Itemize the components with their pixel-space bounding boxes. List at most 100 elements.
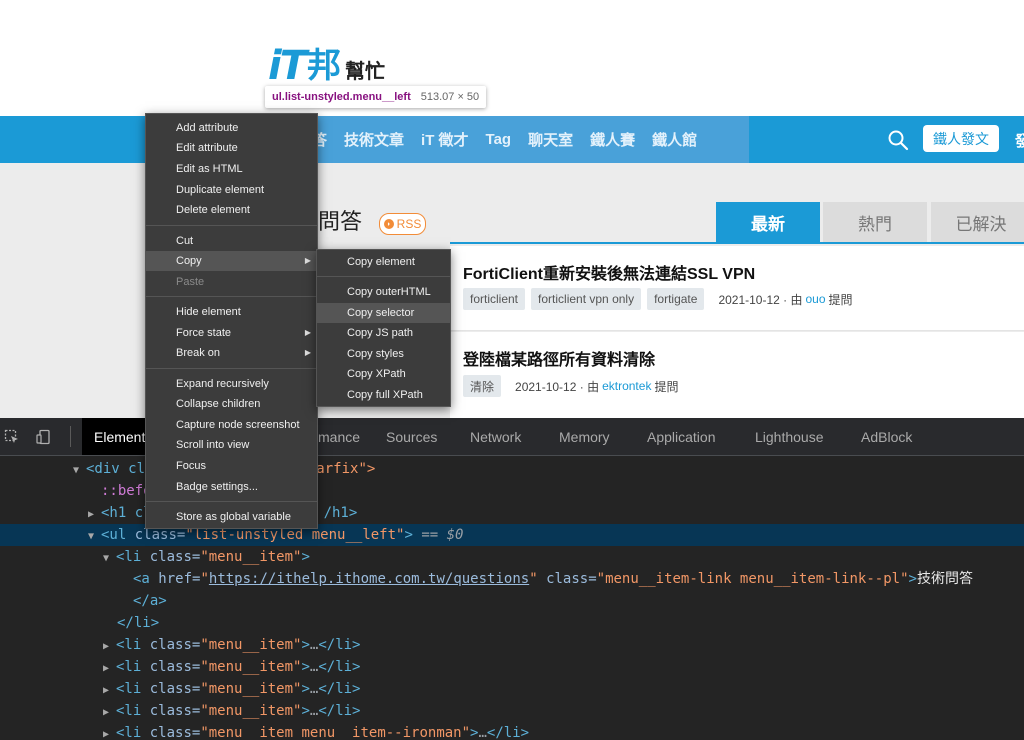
submenu-item-copy-element[interactable]: Copy element bbox=[317, 252, 450, 272]
nav-item-truncated[interactable]: 發 bbox=[1015, 130, 1024, 151]
dom-node-row[interactable]: ▶ <li class="menu__item menu__item--ironm… bbox=[0, 722, 1024, 740]
tab-performance[interactable]: mance bbox=[318, 418, 360, 455]
question-tag[interactable]: 清除 bbox=[463, 375, 502, 397]
question-card: FortiClient重新安裝後無法連結SSL VPN forticlient … bbox=[450, 246, 1024, 331]
expand-triangle-icon[interactable]: ▼ bbox=[103, 548, 116, 570]
dom-tag: <li bbox=[116, 549, 142, 565]
tab-hot[interactable]: 熱門 bbox=[823, 202, 927, 242]
menu-item-delete-element[interactable]: Delete element bbox=[146, 200, 317, 220]
search-icon[interactable] bbox=[887, 129, 909, 151]
dom-tag: > bbox=[301, 659, 310, 675]
dom-tag: > bbox=[908, 571, 917, 587]
menu-item-expand-recursively[interactable]: Expand recursively bbox=[146, 374, 317, 394]
tab-network[interactable]: Network bbox=[470, 418, 521, 455]
dom-text-node: 技術問答 bbox=[916, 571, 973, 587]
question-tag[interactable]: forticlient vpn only bbox=[531, 288, 642, 310]
nav-item-jobs[interactable]: iT 徵才 bbox=[421, 129, 469, 150]
dom-node-row[interactable]: ▶ <li class="menu__item">…</li> bbox=[0, 700, 1024, 722]
dom-node-row[interactable]: ▶ <li class="menu__item">…</li> bbox=[0, 678, 1024, 700]
collapsed-triangle-icon[interactable]: ▶ bbox=[103, 724, 116, 740]
nav-item-tag[interactable]: Tag bbox=[486, 131, 512, 148]
dom-tag: <li bbox=[116, 659, 142, 675]
tooltip-selector: ul.list-unstyled.menu__left bbox=[272, 91, 411, 103]
menu-item-edit-as-html[interactable]: Edit as HTML bbox=[146, 159, 317, 179]
dom-node-row[interactable]: </a> bbox=[0, 590, 1024, 612]
nav-item-ironman-hall[interactable]: 鐵人館 bbox=[652, 129, 697, 150]
menu-item-capture-node-screenshot[interactable]: Capture node screenshot bbox=[146, 415, 317, 435]
dom-node-row[interactable]: ▶ <li class="menu__item">…</li> bbox=[0, 656, 1024, 678]
tab-adblock[interactable]: AdBlock bbox=[861, 418, 912, 455]
dom-tag: > bbox=[301, 637, 310, 653]
context-menu: Add attribute Edit attribute Edit as HTM… bbox=[145, 113, 318, 529]
expand-triangle-icon[interactable]: ▼ bbox=[88, 526, 101, 548]
collapsed-ellipsis[interactable]: … bbox=[478, 725, 486, 740]
menu-item-store-as-global[interactable]: Store as global variable bbox=[146, 507, 317, 527]
question-date: 2021-10-12 · 由 bbox=[718, 292, 803, 307]
collapsed-triangle-icon[interactable]: ▶ bbox=[88, 504, 101, 526]
collapsed-triangle-icon[interactable]: ▶ bbox=[103, 658, 116, 680]
menu-separator bbox=[146, 368, 317, 369]
question-title[interactable]: 登陸檔某路徑所有資料清除 bbox=[463, 346, 655, 370]
collapsed-triangle-icon[interactable]: ▶ bbox=[103, 680, 116, 702]
dom-tag: > bbox=[301, 549, 310, 565]
question-date: 2021-10-12 · 由 bbox=[515, 379, 600, 394]
dom-attr-value: "menu__item" bbox=[200, 681, 302, 697]
menu-item-copy[interactable]: Copy ▶ bbox=[146, 251, 317, 271]
menu-item-collapse-children[interactable]: Collapse children bbox=[146, 394, 317, 414]
collapsed-triangle-icon[interactable]: ▶ bbox=[103, 702, 116, 724]
device-toolbar-icon[interactable] bbox=[36, 429, 52, 445]
nav-item-ironman[interactable]: 鐵人賽 bbox=[590, 129, 635, 150]
menu-item-badge-settings[interactable]: Badge settings... bbox=[146, 477, 317, 497]
menu-item-cut[interactable]: Cut bbox=[146, 231, 317, 251]
question-tag[interactable]: forticlient bbox=[463, 288, 526, 310]
menu-item-add-attribute[interactable]: Add attribute bbox=[146, 118, 317, 138]
nav-item-chatroom[interactable]: 聊天室 bbox=[528, 129, 573, 150]
dom-tag: <li bbox=[116, 703, 142, 719]
dom-node-row[interactable]: ▶ <li class="menu__item">…</li> bbox=[0, 634, 1024, 656]
tab-sources[interactable]: Sources bbox=[386, 418, 437, 455]
question-action: 提問 bbox=[828, 292, 853, 307]
tab-solved[interactable]: 已解決 bbox=[931, 202, 1024, 242]
submenu-item-copy-full-xpath[interactable]: Copy full XPath bbox=[317, 385, 450, 405]
ironman-post-button[interactable]: 鐵人發文 bbox=[923, 125, 999, 152]
dom-node-row[interactable]: <a href="https://ithelp.ithome.com.tw/qu… bbox=[0, 568, 1024, 590]
nav-item-articles[interactable]: 技術文章 bbox=[344, 129, 404, 150]
submenu-item-copy-outerhtml[interactable]: Copy outerHTML bbox=[317, 282, 450, 302]
question-tag[interactable]: fortigate bbox=[647, 288, 705, 310]
question-author-link[interactable]: ektrontek bbox=[602, 379, 651, 393]
dom-node-row[interactable]: ▼ <li class="menu__item"> bbox=[0, 546, 1024, 568]
dom-tag: </li> bbox=[117, 615, 160, 631]
submenu-item-copy-xpath[interactable]: Copy XPath bbox=[317, 364, 450, 384]
dom-tag: </li> bbox=[318, 637, 361, 653]
menu-item-break-on[interactable]: Break on ▶ bbox=[146, 343, 317, 363]
menu-item-duplicate-element[interactable]: Duplicate element bbox=[146, 180, 317, 200]
dom-tag: <div cl bbox=[86, 461, 146, 477]
collapsed-triangle-icon[interactable]: ▶ bbox=[103, 636, 116, 658]
inspect-element-icon[interactable] bbox=[4, 429, 20, 445]
submenu-item-copy-selector[interactable]: Copy selector bbox=[317, 303, 450, 323]
rss-button[interactable]: ◗ RSS bbox=[379, 213, 426, 235]
submenu-item-copy-styles[interactable]: Copy styles bbox=[317, 344, 450, 364]
dom-href-link[interactable]: https://ithelp.ithome.com.tw/questions bbox=[209, 571, 529, 587]
dom-attr-value: "menu__item" bbox=[200, 659, 302, 675]
menu-item-hide-element[interactable]: Hide element bbox=[146, 302, 317, 322]
submenu-item-copy-js-path[interactable]: Copy JS path bbox=[317, 323, 450, 343]
question-author-link[interactable]: ouo bbox=[806, 292, 826, 306]
dom-attr-quote: " bbox=[529, 571, 538, 587]
ithelp-logo[interactable]: iT 邦 幫忙 bbox=[268, 42, 385, 86]
menu-item-break-on-label: Break on bbox=[176, 347, 221, 359]
expand-triangle-icon[interactable]: ▼ bbox=[73, 460, 86, 482]
tab-application[interactable]: Application bbox=[647, 418, 716, 455]
dom-node-row[interactable]: </li> bbox=[0, 612, 1024, 634]
menu-item-force-state[interactable]: Force state ▶ bbox=[146, 323, 317, 343]
menu-item-focus[interactable]: Focus bbox=[146, 456, 317, 476]
menu-item-scroll-into-view[interactable]: Scroll into view bbox=[146, 435, 317, 455]
tab-memory[interactable]: Memory bbox=[559, 418, 610, 455]
question-title[interactable]: FortiClient重新安裝後無法連結SSL VPN bbox=[463, 260, 755, 284]
menu-item-edit-attribute[interactable]: Edit attribute bbox=[146, 138, 317, 158]
menu-separator bbox=[146, 225, 317, 226]
tab-lighthouse[interactable]: Lighthouse bbox=[755, 418, 824, 455]
tab-latest[interactable]: 最新 bbox=[716, 202, 820, 242]
dom-attr-name: class= bbox=[149, 637, 201, 653]
tooltip-dimensions: 513.07 × 50 bbox=[420, 91, 480, 103]
